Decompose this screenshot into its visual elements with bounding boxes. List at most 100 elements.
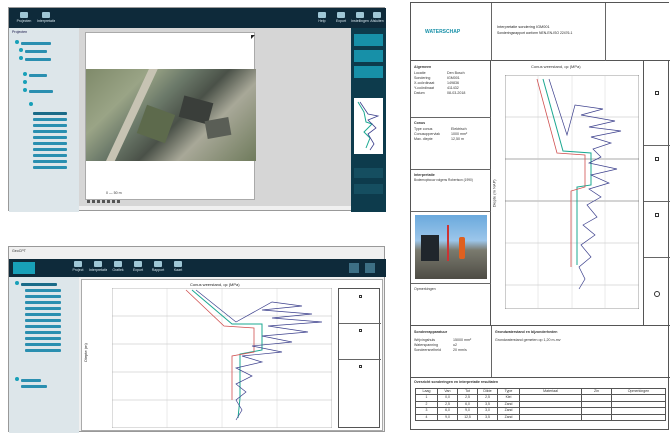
- table-cell: [582, 408, 612, 414]
- toolbar-button-interpretation[interactable]: Interpretatie: [37, 12, 55, 26]
- tree-item[interactable]: [29, 74, 47, 77]
- cone-label: Max. diepte: [414, 137, 433, 141]
- table-cell: 3: [416, 408, 438, 414]
- tree-node[interactable]: [19, 48, 23, 52]
- panel-button[interactable]: [354, 50, 383, 62]
- table-cell: [582, 395, 612, 401]
- toolbar-button-map[interactable]: Kaart: [169, 261, 187, 275]
- table-cell: 2,5: [478, 395, 498, 401]
- tree-item[interactable]: [25, 319, 61, 322]
- tree-node[interactable]: [29, 102, 33, 106]
- page-navigation[interactable]: [87, 200, 147, 204]
- tree-item[interactable]: [21, 283, 57, 286]
- toolbar-button-report[interactable]: Rapport: [149, 261, 167, 275]
- window-control[interactable]: [365, 263, 375, 273]
- tree-item[interactable]: [25, 50, 47, 53]
- tree-item[interactable]: [21, 379, 41, 382]
- equipment-value: 20 mm/s: [453, 348, 467, 352]
- equipment-label: Wrijvingshuls: [414, 338, 436, 342]
- tree-item[interactable]: [33, 154, 67, 157]
- table-cell: 2: [416, 401, 438, 407]
- toolbar-button-projects[interactable]: Projecten: [15, 12, 33, 26]
- panel-button[interactable]: [354, 184, 383, 194]
- panel-button[interactable]: [354, 66, 383, 78]
- tree-node[interactable]: [23, 88, 27, 92]
- folder-icon: [20, 12, 28, 18]
- tree-item[interactable]: [33, 166, 67, 169]
- window-control[interactable]: [349, 263, 359, 273]
- tree-node[interactable]: [23, 72, 27, 76]
- tree-item[interactable]: [25, 313, 61, 316]
- cpt-thumbnail[interactable]: [354, 98, 383, 154]
- table-cell: 3,5: [478, 401, 498, 407]
- map-building: [204, 117, 232, 139]
- layer-legend-column: [338, 288, 381, 428]
- photo-machine: [421, 235, 439, 261]
- tree-item[interactable]: [33, 148, 67, 151]
- table-cell: 9,0: [458, 408, 478, 414]
- panel-button[interactable]: [354, 34, 383, 46]
- table-header-cell: Materiaal: [520, 389, 582, 394]
- tree-item[interactable]: [21, 385, 47, 388]
- tree-item[interactable]: [33, 130, 67, 133]
- tree-item[interactable]: [25, 295, 61, 298]
- tree-item[interactable]: [33, 160, 67, 163]
- report-cpt-chart[interactable]: [505, 75, 639, 309]
- layer-marker: [655, 91, 659, 95]
- tree-header: Projecten: [12, 30, 28, 34]
- tree-item[interactable]: [25, 331, 61, 334]
- tree-node[interactable]: [19, 56, 23, 60]
- report-layer-column: [643, 61, 670, 325]
- table-cell: [582, 414, 612, 420]
- tree-item[interactable]: [33, 142, 67, 145]
- map-scale: 0 — 50 m: [106, 191, 122, 195]
- aerial-map-image[interactable]: [86, 69, 256, 161]
- toolbar-button-project[interactable]: Project: [69, 261, 87, 275]
- toolbar-button-export[interactable]: Export: [332, 12, 350, 26]
- home-tab[interactable]: [13, 262, 35, 274]
- tree-item[interactable]: [29, 90, 53, 93]
- folder-icon: [74, 261, 82, 267]
- tree-item[interactable]: [21, 42, 51, 45]
- tree-item[interactable]: [33, 112, 67, 115]
- tree-item[interactable]: [25, 343, 61, 346]
- tree-item[interactable]: [25, 325, 61, 328]
- tree-node[interactable]: [23, 80, 27, 84]
- tree-item[interactable]: [25, 349, 61, 352]
- panel-button[interactable]: [354, 168, 383, 178]
- tree-item[interactable]: [33, 124, 67, 127]
- tree-item[interactable]: [33, 136, 67, 139]
- map-field: [136, 104, 176, 144]
- info-label: Sondering: [414, 76, 431, 80]
- tree-node[interactable]: [15, 377, 19, 381]
- toolbar-button-chart[interactable]: Grafiek: [109, 261, 127, 275]
- cone-value: 1000 mm²: [451, 132, 468, 136]
- tree-item[interactable]: [25, 58, 51, 61]
- toolbar-button-help[interactable]: Help: [313, 12, 331, 26]
- info-value: 149836: [447, 81, 459, 85]
- tree-item[interactable]: [33, 118, 67, 121]
- tree-item[interactable]: [25, 337, 61, 340]
- toolbar-button-export[interactable]: Export: [129, 261, 147, 275]
- toolbar-button-close[interactable]: Afsluiten: [368, 12, 386, 26]
- tree-item[interactable]: [25, 307, 61, 310]
- info-column: Algemeen Locatie Den Bosch Sondering IGM…: [411, 61, 491, 325]
- cpt-chart[interactable]: [112, 288, 332, 428]
- toolbar-button-interpretation[interactable]: Interpretatie: [89, 261, 107, 275]
- chart-icon: [114, 261, 122, 267]
- table-cell: 3,5: [478, 414, 498, 420]
- report-footer-info: Sondeerapparatuur Wrijvingshuls 15000 mm…: [411, 325, 670, 378]
- tree-item[interactable]: [25, 301, 61, 304]
- toolbar-button-settings[interactable]: Instellingen: [351, 12, 369, 26]
- cone-label: Type conus: [414, 127, 433, 131]
- table-cell: [520, 401, 582, 407]
- equipment-label: Waterspanning: [414, 343, 439, 347]
- gear-icon: [356, 12, 364, 18]
- layer-marker: [654, 291, 660, 297]
- screen-map-view: Projecten Interpretatie Help Export Inst…: [8, 7, 386, 212]
- tree-node[interactable]: [15, 281, 19, 285]
- tree-node[interactable]: [15, 40, 19, 44]
- thumbnail-background: [354, 98, 383, 154]
- table-cell: 0,0: [438, 395, 458, 401]
- tree-item[interactable]: [25, 289, 61, 292]
